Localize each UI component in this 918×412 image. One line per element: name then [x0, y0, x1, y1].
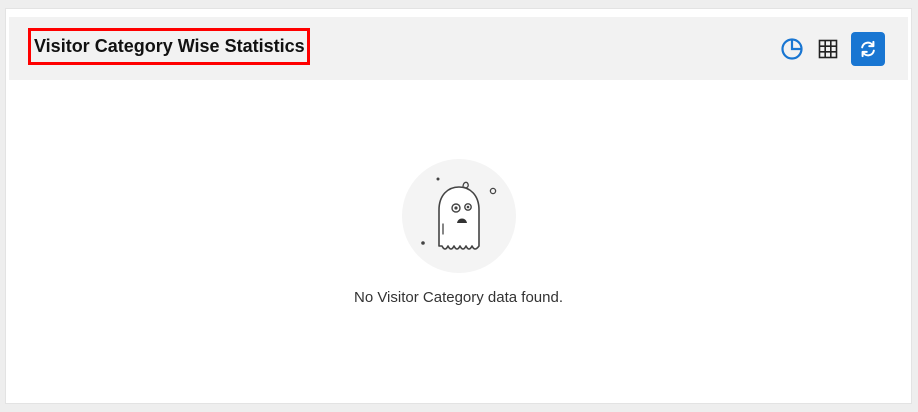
statistics-card: Visitor Category Wise Statistics No Visi… — [5, 8, 912, 404]
ghost-icon — [420, 177, 496, 250]
card-header: Visitor Category Wise Statistics — [9, 17, 908, 80]
header-actions — [779, 32, 885, 66]
empty-illustration — [401, 159, 516, 273]
grid-icon — [818, 39, 838, 59]
pie-chart-icon — [781, 38, 803, 60]
panel-title: Visitor Category Wise Statistics — [34, 36, 305, 56]
refresh-icon — [861, 40, 875, 58]
table-view-button[interactable] — [815, 36, 841, 62]
pie-chart-button[interactable] — [779, 36, 805, 62]
refresh-button[interactable] — [851, 32, 885, 66]
page: Visitor Category Wise Statistics No Visi… — [0, 0, 918, 412]
empty-state: No Visitor Category data found. — [6, 159, 911, 306]
title-highlight-box: Visitor Category Wise Statistics — [28, 28, 310, 65]
empty-message: No Visitor Category data found. — [353, 289, 563, 306]
